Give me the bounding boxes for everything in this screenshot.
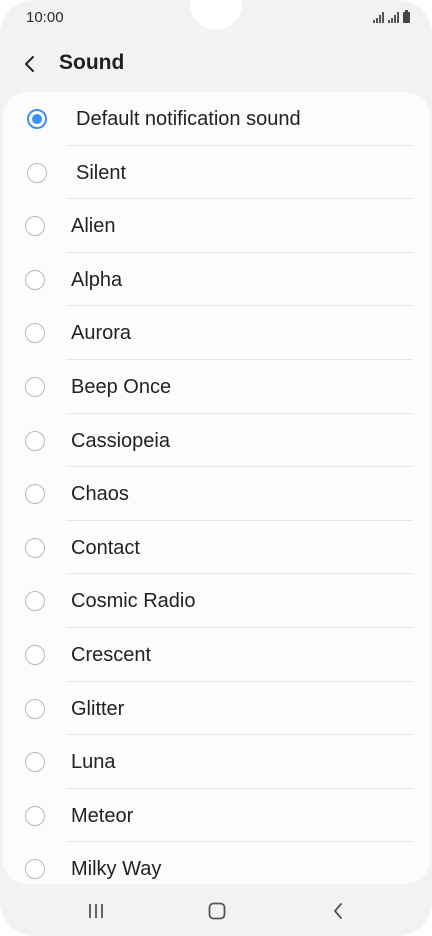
battery-icon: [403, 10, 410, 23]
sound-option-label: Milky Way: [71, 858, 162, 881]
sound-option-label: Cosmic Radio: [71, 590, 196, 613]
sound-option[interactable]: Luna: [3, 735, 430, 789]
sound-option[interactable]: Cosmic Radio: [3, 574, 430, 628]
sound-option-label: Meteor: [71, 804, 134, 827]
sound-option-label: Beep Once: [71, 376, 172, 398]
radio-button[interactable]: [25, 323, 45, 344]
sound-option[interactable]: Glitter: [3, 682, 430, 736]
radio-button[interactable]: [25, 591, 45, 612]
page-title: Sound: [59, 51, 125, 74]
radio-button[interactable]: [25, 216, 45, 237]
sound-list: Default notification sound Silent Alien Alp…: [3, 92, 430, 884]
nav-back-button[interactable]: [318, 896, 358, 926]
navigation-bar: [0, 886, 432, 936]
sound-option[interactable]: Default notification sound: [3, 92, 430, 146]
radio-button[interactable]: [25, 645, 45, 665]
radio-button[interactable]: [25, 752, 45, 773]
sound-option[interactable]: Contact: [3, 521, 430, 575]
sound-option-label: Alpha: [71, 268, 123, 291]
sound-option-label: Default notification sound: [76, 108, 301, 130]
radio-button[interactable]: [25, 430, 45, 451]
radio-button[interactable]: [25, 698, 45, 719]
home-icon: [208, 902, 226, 920]
header: Sound: [0, 38, 432, 90]
phone-screen: 10:00 Sound Default notification sound Si…: [0, 0, 432, 936]
sound-option[interactable]: Silent: [3, 146, 430, 200]
sound-option-label: Cassiopeia: [71, 429, 170, 452]
chevron-left-icon: [25, 56, 34, 72]
radio-button[interactable]: [25, 805, 45, 826]
sound-option[interactable]: Crescent: [3, 628, 430, 682]
radio-button[interactable]: [25, 537, 45, 558]
sound-option-label: Chaos: [71, 483, 129, 506]
radio-button[interactable]: [25, 377, 45, 397]
recents-button[interactable]: [76, 896, 116, 926]
radio-button[interactable]: [25, 859, 45, 880]
recents-icon: [89, 904, 103, 918]
status-icons: [373, 9, 410, 23]
signal-icon-2: [388, 12, 399, 23]
sound-option[interactable]: Aurora: [3, 306, 430, 360]
sound-option[interactable]: Cassiopeia: [3, 414, 430, 468]
home-button[interactable]: [197, 896, 237, 926]
sound-option-label: Crescent: [71, 644, 152, 666]
status-time: 10:00: [26, 9, 64, 26]
back-icon: [334, 903, 342, 919]
radio-button[interactable]: [25, 484, 45, 505]
sound-option[interactable]: Meteor: [3, 789, 430, 843]
sound-option-label: Luna: [71, 751, 116, 774]
sound-option-label: Alien: [71, 215, 116, 238]
sound-option-label: Glitter: [71, 697, 125, 720]
radio-button-selected[interactable]: [27, 109, 47, 129]
back-button[interactable]: [16, 50, 44, 78]
sound-option[interactable]: Milky Way: [3, 842, 430, 884]
sound-option[interactable]: Alien: [3, 199, 430, 253]
sound-option-label: Contact: [71, 536, 140, 559]
sound-option-label: Aurora: [71, 322, 132, 345]
sound-option[interactable]: Chaos: [3, 467, 430, 521]
sound-option[interactable]: Beep Once: [3, 360, 430, 414]
radio-button[interactable]: [25, 269, 45, 290]
sound-option[interactable]: Alpha: [3, 253, 430, 307]
sound-option-label: Silent: [76, 161, 127, 184]
signal-icon: [373, 12, 384, 23]
radio-button[interactable]: [27, 162, 47, 183]
